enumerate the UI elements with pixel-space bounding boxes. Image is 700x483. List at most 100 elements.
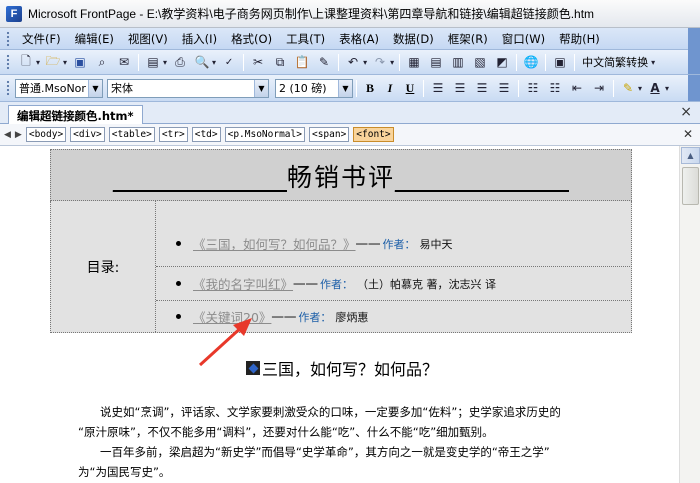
chevron-down-icon[interactable]: ▾ xyxy=(665,84,669,93)
toc-link[interactable]: 《三国，如何写？如何品？》 xyxy=(193,234,356,253)
scroll-thumb[interactable] xyxy=(682,167,699,205)
copy-icon[interactable]: ⧉ xyxy=(270,53,290,71)
author-label: 作者： xyxy=(320,277,354,291)
bold-button[interactable]: B xyxy=(360,79,380,97)
insert-component-icon[interactable]: ▦ xyxy=(404,53,424,71)
insert-picture-icon[interactable]: ▧ xyxy=(470,53,490,71)
increase-indent-icon[interactable]: ⇥ xyxy=(589,79,609,97)
toc-link[interactable]: 《我的名字叫红》 xyxy=(193,274,293,293)
style-select[interactable]: 普通.MsoNor ▼ xyxy=(15,78,103,98)
font-color-icon[interactable]: A xyxy=(645,79,665,97)
justify-icon[interactable]: ☰ xyxy=(494,79,514,97)
paragraph-line: 为“为国民写史”。 xyxy=(78,465,171,479)
help-icon[interactable]: ▣ xyxy=(550,53,570,71)
numbering-icon[interactable]: ☷ xyxy=(523,79,543,97)
menu-help[interactable]: 帮助(H) xyxy=(552,29,607,49)
font-select[interactable]: 宋体 ▼ xyxy=(107,78,269,98)
chevron-down-icon[interactable]: ▾ xyxy=(363,58,367,67)
menu-tools[interactable]: 工具(T) xyxy=(279,29,332,49)
save-icon[interactable]: ▣ xyxy=(70,53,90,71)
chevron-right-icon[interactable]: ▶ xyxy=(15,130,22,140)
menu-edit[interactable]: 编辑(E) xyxy=(68,29,121,49)
tag-p[interactable]: <p.MsoNormal> xyxy=(224,127,305,142)
new-page-icon[interactable]: 🗋 xyxy=(16,53,36,71)
author-name: 廖炳惠 xyxy=(335,310,369,324)
chevron-down-icon[interactable]: ▾ xyxy=(651,58,655,67)
article-title-text: 三国，如何写？如何品？ xyxy=(262,360,439,379)
design-view[interactable]: ____________畅销书评____________ 目录: 《三国，如何写… xyxy=(0,146,679,483)
insert-layer-icon[interactable]: ▥ xyxy=(448,53,468,71)
toolbar-grip[interactable] xyxy=(6,54,10,70)
chevron-down-icon[interactable]: ▾ xyxy=(163,58,167,67)
menu-format[interactable]: 格式(O) xyxy=(224,29,279,49)
hyperlink-icon[interactable]: 🌐 xyxy=(521,53,541,71)
menu-view[interactable]: 视图(V) xyxy=(121,29,175,49)
standard-toolbar: 🗋 ▾ 🗁 ▾ ▣ ⌕ ✉ ▤ ▾ ⎙ 🔍 ▾ ✓ ✂ ⧉ 📋 ✎ ↶ ▾ ↷ ▾ ▦ ▤ … xyxy=(0,50,700,75)
chevron-down-icon[interactable]: ▼ xyxy=(338,79,352,97)
decrease-indent-icon[interactable]: ⇤ xyxy=(567,79,587,97)
tag-body[interactable]: <body> xyxy=(25,127,67,142)
email-icon[interactable]: ✉ xyxy=(114,53,134,71)
tag-span[interactable]: <span> xyxy=(308,127,350,142)
undo-icon[interactable]: ↶ xyxy=(343,53,363,71)
underline-button[interactable]: U xyxy=(400,79,420,97)
format-painter-icon[interactable]: ✎ xyxy=(314,53,334,71)
scroll-up-icon[interactable]: ▲ xyxy=(681,147,700,164)
vertical-scrollbar[interactable]: ▲ xyxy=(679,146,700,483)
print-icon[interactable]: ⎙ xyxy=(170,53,190,71)
publish-icon[interactable]: ▤ xyxy=(143,53,163,71)
print-preview-icon[interactable]: 🔍 xyxy=(192,53,212,71)
toc-item: 《我的名字叫红》 一一 作者： （土）帕慕克 著，沈志兴 译 xyxy=(156,267,632,301)
toolbar-separator xyxy=(338,53,340,71)
bookmark-icon[interactable] xyxy=(246,361,260,375)
chevron-down-icon[interactable]: ▾ xyxy=(638,84,642,93)
chevron-down-icon[interactable]: ▾ xyxy=(36,58,40,67)
spelling-icon[interactable]: ✓ xyxy=(219,53,239,71)
menu-window[interactable]: 窗口(W) xyxy=(495,29,552,49)
toc-dash: 一一 xyxy=(355,237,381,252)
tag-tr[interactable]: <tr> xyxy=(158,127,188,142)
menu-file[interactable]: 文件(F) xyxy=(15,29,68,49)
chevron-down-icon[interactable]: ▼ xyxy=(254,79,268,97)
tag-table[interactable]: <table> xyxy=(108,127,155,142)
chevron-down-icon[interactable]: ▾ xyxy=(390,58,394,67)
toolbar-separator xyxy=(356,79,357,97)
paragraph: 一百年多前，梁启超为“新史学”而倡导“史学革命”，其方向之一就是变史学的“帝王之… xyxy=(78,442,618,482)
paste-icon[interactable]: 📋 xyxy=(292,53,312,71)
quick-tag-selector: ◀ ▶ <body> <div> <table> <tr> <td> <p.Ms… xyxy=(0,124,700,146)
toolbar-grip[interactable] xyxy=(6,30,10,47)
open-folder-icon[interactable]: 🗁 xyxy=(43,53,63,71)
toolbar-grip[interactable] xyxy=(6,80,10,96)
insert-table-icon[interactable]: ▤ xyxy=(426,53,446,71)
doc-tab-current[interactable]: 编辑超链接颜色.htm* xyxy=(8,105,143,124)
font-size-value: 2 (10 磅) xyxy=(279,82,327,95)
align-right-icon[interactable]: ☰ xyxy=(472,79,492,97)
title-rule-left: ____________ xyxy=(112,163,287,192)
close-icon[interactable]: × xyxy=(680,104,692,120)
menu-frames[interactable]: 框架(R) xyxy=(441,29,495,49)
italic-button[interactable]: I xyxy=(380,79,400,97)
bullets-icon[interactable]: ☷ xyxy=(545,79,565,97)
align-left-icon[interactable]: ☰ xyxy=(428,79,448,97)
align-center-icon[interactable]: ☰ xyxy=(450,79,470,97)
chevron-down-icon[interactable]: ▼ xyxy=(88,79,102,97)
tag-font[interactable]: <font> xyxy=(353,127,394,142)
chevron-down-icon[interactable]: ▾ xyxy=(63,58,67,67)
search-icon[interactable]: ⌕ xyxy=(92,53,112,71)
tag-div[interactable]: <div> xyxy=(70,127,105,142)
close-icon[interactable]: ✕ xyxy=(683,127,693,141)
chevron-down-icon[interactable]: ▾ xyxy=(212,58,216,67)
redo-icon[interactable]: ↷ xyxy=(370,53,390,71)
menu-table[interactable]: 表格(A) xyxy=(332,29,386,49)
tag-td[interactable]: <td> xyxy=(191,127,221,142)
menu-data[interactable]: 数据(D) xyxy=(386,29,441,49)
font-size-select[interactable]: 2 (10 磅) ▼ xyxy=(275,78,353,98)
drawing-icon[interactable]: ◩ xyxy=(492,53,512,71)
menu-insert[interactable]: 插入(I) xyxy=(175,29,224,49)
lang-convert-button[interactable]: 中文简繁转换 xyxy=(578,54,652,70)
header-cell[interactable]: ____________畅销书评____________ xyxy=(50,149,632,201)
chevron-left-icon[interactable]: ◀ xyxy=(4,130,11,140)
highlight-icon[interactable]: ✎ xyxy=(618,79,638,97)
author-label: 作者： xyxy=(382,237,416,251)
cut-icon[interactable]: ✂ xyxy=(248,53,268,71)
